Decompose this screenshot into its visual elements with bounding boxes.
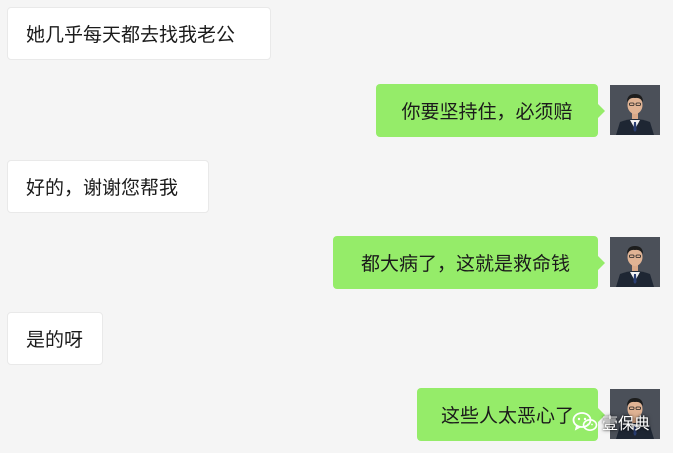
outgoing-message-bubble[interactable]: 你要坚持住，必须赔 [376, 84, 605, 137]
watermark-text: 壹保典 [602, 414, 651, 433]
message-text: 都大病了，这就是救命钱 [360, 253, 570, 275]
watermark: 壹保典 [572, 410, 650, 434]
message-text: 好的，谢谢您帮我 [26, 177, 179, 199]
wechat-icon [572, 412, 598, 431]
message-text: 她几乎每天都去找我老公 [26, 24, 236, 46]
person-avatar-icon [610, 85, 660, 135]
message-text: 这些人太恶心了 [440, 405, 574, 427]
chat-window: 她几乎每天都去找我老公 你要坚持住，必须赔 好的，谢谢您帮我 都大病了，这就是救… [0, 0, 673, 453]
incoming-message-bubble[interactable]: 是的呀 [7, 312, 103, 365]
message-text: 你要坚持住，必须赔 [401, 101, 573, 123]
message-text: 是的呀 [26, 329, 84, 351]
user-avatar[interactable] [610, 85, 660, 135]
incoming-message-bubble[interactable]: 好的，谢谢您帮我 [7, 160, 209, 213]
person-avatar-icon [610, 237, 660, 287]
user-avatar[interactable] [610, 237, 660, 287]
outgoing-message-bubble[interactable]: 都大病了，这就是救命钱 [333, 236, 605, 289]
incoming-message-bubble[interactable]: 她几乎每天都去找我老公 [7, 7, 271, 60]
outgoing-message-bubble[interactable]: 这些人太恶心了 [417, 388, 605, 441]
